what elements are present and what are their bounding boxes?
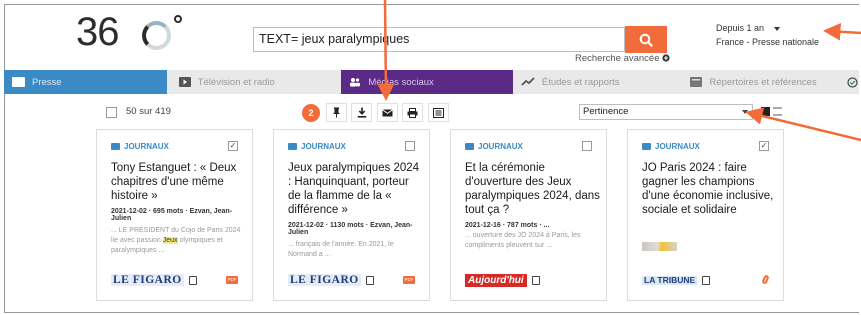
- arrow-to-filters: [823, 23, 861, 41]
- arrow-to-sort: [745, 107, 861, 142]
- annotation-arrow: [377, 0, 861, 142]
- arrow-to-mail: [377, 0, 395, 101]
